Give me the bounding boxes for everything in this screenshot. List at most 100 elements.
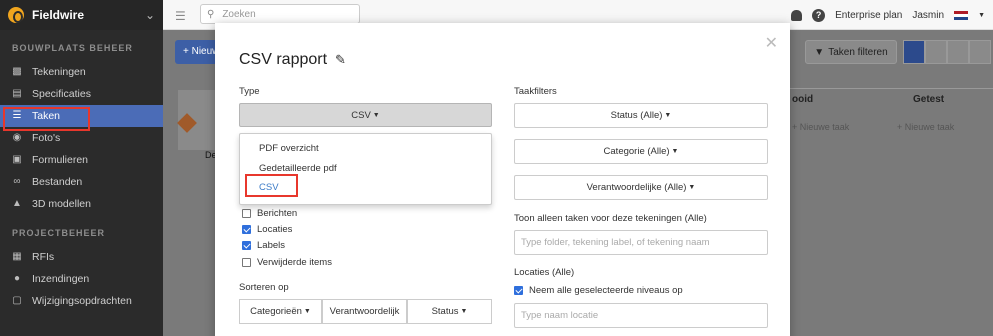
cube-icon: ▲ [12,198,22,209]
specifications-icon: ▤ [12,88,22,99]
change-orders-icon: ▢ [12,295,22,306]
search-placeholder: Zoeken [222,8,256,20]
chevron-down-icon[interactable]: ⌄ [145,8,155,22]
location-input[interactable]: Type naam locatie [514,303,768,328]
type-select-value: CSV [351,109,371,121]
sidebar-item-label: Wijzigingsopdrachten [32,295,132,307]
caret-down-icon: ▼ [460,308,468,315]
drawings-icon: ▩ [12,66,22,77]
sidebar-item-submittals[interactable]: ● Inzendingen [0,268,163,290]
section-title-project: PROJECTBEHEER [12,228,106,238]
sort-category-button[interactable]: Categorieën ▼ [239,299,322,324]
sidebar-item-rfis[interactable]: ▦ RFIs [0,246,163,268]
sidebar-item-label: Formulieren [32,154,89,166]
sidebar-item-label: Bestanden [32,176,83,188]
grid-view-icon[interactable] [903,40,925,64]
help-icon[interactable]: ? [812,8,826,22]
new-task-link[interactable]: + Nieuwe taak [897,122,954,132]
sidebar-item-label: Specificaties [32,88,91,100]
sort-label: Sorteren op [239,282,289,293]
dropdown-item-pdf-overview[interactable]: PDF overzicht [259,143,319,154]
responsible-filter-value: Verantwoordelijke (Alle) [586,182,687,193]
sort-status-button[interactable]: Status ▼ [407,299,492,324]
sidebar-item-forms[interactable]: ▣ Formulieren [0,149,163,171]
sidebar: Fieldwire ⌄ BOUWPLAATS BEHEER ▩ Tekeninge… [0,0,163,336]
checkbox-messages[interactable]: Berichten [242,208,297,219]
menu-icon[interactable]: ☰ [175,9,186,23]
new-task-link[interactable]: + Nieuwe taak [792,122,849,132]
task-card[interactable] [177,90,216,150]
caret-down-icon: ▼ [664,112,672,119]
locations-label: Locaties (Alle) [514,267,575,278]
column-header: ooid [792,94,814,105]
location-placeholder: Type naam locatie [521,310,599,321]
submittals-icon: ● [13,273,21,284]
brand-switcher[interactable]: Fieldwire ⌄ [0,0,163,30]
caret-down-icon[interactable]: ▼ [978,12,985,19]
task-filters-label: Taakfilters [514,86,557,97]
sidebar-item-label: Foto's [32,132,61,144]
filter-tasks-button[interactable]: ▼ Taken filteren [805,40,897,64]
checkbox-include-levels[interactable]: Neem alle geselecteerde niveaus op [514,285,683,296]
filter-icon: ▼ [814,46,825,58]
pencil-icon[interactable]: ✎ [335,52,346,68]
sidebar-item-3d-models[interactable]: ▲ 3D modellen [0,193,163,215]
caret-down-icon: ▼ [372,111,380,119]
sidebar-item-change-orders[interactable]: ▢ Wijzigingsopdrachten [0,290,163,312]
checkbox[interactable] [242,258,251,267]
flag-icon[interactable] [954,10,969,20]
rfi-icon: ▦ [12,251,22,262]
sort-responsible-button[interactable]: Verantwoordelijk [322,299,407,324]
modal-title-text: CSV rapport [239,51,328,68]
status-filter-select[interactable]: Status (Alle) ▼ [514,103,768,128]
search-icon: ⚲ [207,8,215,20]
drawings-filter-label: Toon alleen taken voor deze tekeningen (… [514,213,707,224]
gantt-view-icon[interactable] [947,40,969,64]
plan-label[interactable]: Enterprise plan [835,10,902,21]
highlight-box-tasks [3,107,90,131]
responsible-filter-select[interactable]: Verantwoordelijke (Alle) ▼ [514,175,768,200]
checkbox[interactable] [242,209,251,218]
checkbox[interactable] [242,241,251,250]
caret-down-icon: ▼ [303,308,311,315]
checkbox-locations[interactable]: Locaties [242,224,292,235]
user-menu[interactable]: Jasmin [912,10,944,21]
topbar-right: ? Enterprise plan Jasmin ▼ [791,0,985,30]
camera-icon: ◉ [12,132,22,143]
sidebar-item-drawings[interactable]: ▩ Tekeningen [0,61,163,83]
forms-icon: ▣ [12,154,22,165]
sidebar-item-files[interactable]: ∞ Bestanden [0,171,163,193]
bell-icon[interactable] [791,9,803,21]
search-input[interactable]: ⚲ Zoeken [200,4,360,24]
paperclip-icon: ∞ [13,176,21,187]
close-icon[interactable]: ✕ [765,33,778,53]
modal-title: CSV rapport ✎ [239,51,346,69]
fieldwire-logo-icon [8,7,24,23]
checkbox-deleted-items[interactable]: Verwijderde items [242,257,332,268]
category-filter-select[interactable]: Categorie (Alle) ▼ [514,139,768,164]
checkbox[interactable] [514,286,523,295]
checkbox[interactable] [242,225,251,234]
sidebar-item-label: Tekeningen [32,66,86,78]
checkbox-labels[interactable]: Labels [242,240,285,251]
csv-report-modal: CSV rapport ✎ ✕ Type CSV ▼ Berichten Loca… [215,23,790,336]
checkbox-label: Locaties [257,224,293,235]
column-divider [790,88,993,89]
caret-down-icon: ▼ [688,184,696,191]
caret-down-icon: ▼ [671,148,679,155]
sidebar-item-specifications[interactable]: ▤ Specificaties [0,83,163,105]
sort-buttons: Categorieën ▼ Verantwoordelijk Status ▼ [239,299,492,324]
type-select[interactable]: CSV ▼ [239,103,492,127]
status-filter-value: Status (Alle) [610,110,663,121]
category-filter-value: Categorie (Alle) [603,146,670,157]
checkbox-label: Verwijderde items [257,257,332,268]
calendar-view-icon[interactable] [925,40,947,64]
priority-icon [177,113,197,133]
drawings-filter-placeholder: Type folder, tekening label, of tekening… [521,237,710,248]
checkbox-label: Berichten [257,208,298,219]
chart-view-icon[interactable] [969,40,991,64]
drawings-filter-input[interactable]: Type folder, tekening label, of tekening… [514,230,768,255]
column-header: Getest [913,94,945,105]
dropdown-item-detailed-pdf[interactable]: Gedetailleerde pdf [259,163,337,174]
sidebar-item-label: 3D modellen [32,198,91,210]
